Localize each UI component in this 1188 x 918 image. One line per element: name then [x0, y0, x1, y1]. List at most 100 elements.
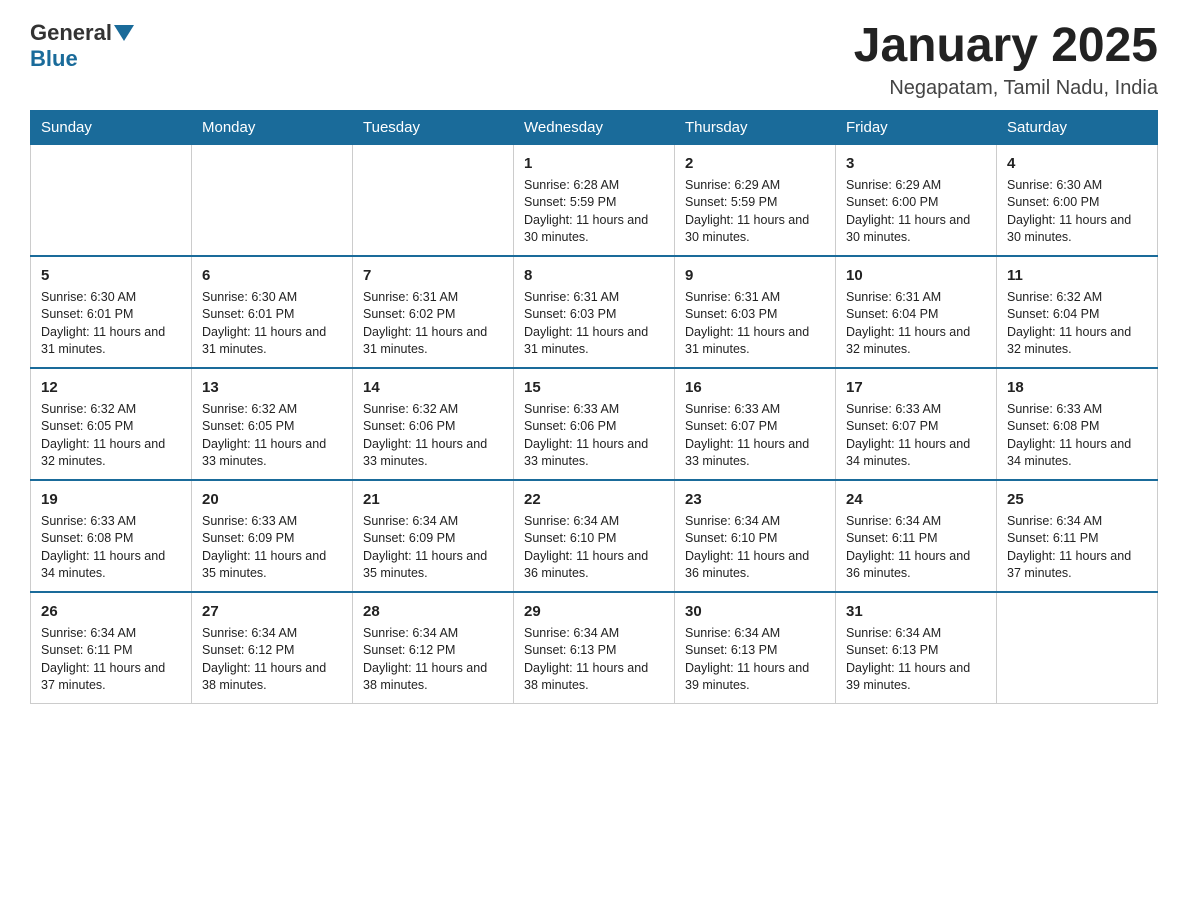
day-number: 27 — [202, 601, 342, 622]
day-number: 1 — [524, 153, 664, 174]
calendar-cell: 15Sunrise: 6:33 AMSunset: 6:06 PMDayligh… — [514, 368, 675, 480]
day-number: 15 — [524, 377, 664, 398]
day-number: 7 — [363, 265, 503, 286]
page-header: General Blue January 2025 Negapatam, Tam… — [30, 20, 1158, 100]
day-info: Sunrise: 6:34 AMSunset: 6:10 PMDaylight:… — [685, 514, 809, 581]
day-number: 3 — [846, 153, 986, 174]
day-info: Sunrise: 6:32 AMSunset: 6:06 PMDaylight:… — [363, 402, 487, 469]
calendar-cell: 31 Sunrise: 6:34 AMSunset: 6:13 PMDayligh… — [836, 592, 997, 704]
calendar-cell: 14Sunrise: 6:32 AMSunset: 6:06 PMDayligh… — [353, 368, 514, 480]
calendar-cell: 28 Sunrise: 6:34 AMSunset: 6:12 PMDayligh… — [353, 592, 514, 704]
calendar-cell: 12 Sunrise: 6:32 AMSunset: 6:05 PMDayligh… — [31, 368, 192, 480]
calendar-table: SundayMondayTuesdayWednesdayThursdayFrid… — [30, 110, 1158, 704]
calendar-cell: 22 Sunrise: 6:34 AMSunset: 6:10 PMDayligh… — [514, 480, 675, 592]
day-info: Sunrise: 6:33 AMSunset: 6:07 PMDaylight:… — [685, 402, 809, 469]
day-info: Sunrise: 6:34 AMSunset: 6:13 PMDaylight:… — [524, 626, 648, 693]
day-info: Sunrise: 6:31 AMSunset: 6:03 PMDaylight:… — [685, 290, 809, 357]
calendar-cell: 1 Sunrise: 6:28 AMSunset: 5:59 PMDaylight… — [514, 144, 675, 256]
day-info: Sunrise: 6:30 AMSunset: 6:01 PMDaylight:… — [41, 290, 165, 357]
calendar-week-row: 5 Sunrise: 6:30 AMSunset: 6:01 PMDaylight… — [31, 256, 1158, 368]
header-monday: Monday — [192, 110, 353, 144]
day-info: Sunrise: 6:34 AMSunset: 6:11 PMDaylight:… — [1007, 514, 1131, 581]
day-info: Sunrise: 6:30 AMSunset: 6:00 PMDaylight:… — [1007, 178, 1131, 245]
day-info: Sunrise: 6:34 AMSunset: 6:11 PMDaylight:… — [41, 626, 165, 693]
calendar-cell: 2 Sunrise: 6:29 AMSunset: 5:59 PMDaylight… — [675, 144, 836, 256]
logo-triangle-icon — [114, 25, 134, 41]
day-number: 4 — [1007, 153, 1147, 174]
header-wednesday: Wednesday — [514, 110, 675, 144]
day-info: Sunrise: 6:32 AMSunset: 6:04 PMDaylight:… — [1007, 290, 1131, 357]
day-info: Sunrise: 6:31 AMSunset: 6:04 PMDaylight:… — [846, 290, 970, 357]
day-number: 5 — [41, 265, 181, 286]
day-number: 23 — [685, 489, 825, 510]
calendar-cell: 21Sunrise: 6:34 AMSunset: 6:09 PMDayligh… — [353, 480, 514, 592]
calendar-subtitle: Negapatam, Tamil Nadu, India — [854, 77, 1158, 100]
header-tuesday: Tuesday — [353, 110, 514, 144]
calendar-cell: 16 Sunrise: 6:33 AMSunset: 6:07 PMDayligh… — [675, 368, 836, 480]
day-number: 16 — [685, 377, 825, 398]
day-number: 22 — [524, 489, 664, 510]
calendar-cell — [997, 592, 1158, 704]
calendar-cell: 13 Sunrise: 6:32 AMSunset: 6:05 PMDayligh… — [192, 368, 353, 480]
day-info: Sunrise: 6:31 AMSunset: 6:03 PMDaylight:… — [524, 290, 648, 357]
day-info: Sunrise: 6:34 AMSunset: 6:09 PMDaylight:… — [363, 514, 487, 581]
day-info: Sunrise: 6:28 AMSunset: 5:59 PMDaylight:… — [524, 178, 648, 245]
day-number: 25 — [1007, 489, 1147, 510]
day-number: 28 — [363, 601, 503, 622]
calendar-cell: 18 Sunrise: 6:33 AMSunset: 6:08 PMDayligh… — [997, 368, 1158, 480]
day-number: 9 — [685, 265, 825, 286]
header-thursday: Thursday — [675, 110, 836, 144]
calendar-cell — [31, 144, 192, 256]
day-info: Sunrise: 6:33 AMSunset: 6:08 PMDaylight:… — [41, 514, 165, 581]
day-number: 31 — [846, 601, 986, 622]
day-info: Sunrise: 6:34 AMSunset: 6:13 PMDaylight:… — [846, 626, 970, 693]
day-info: Sunrise: 6:29 AMSunset: 5:59 PMDaylight:… — [685, 178, 809, 245]
header-sunday: Sunday — [31, 110, 192, 144]
header-saturday: Saturday — [997, 110, 1158, 144]
calendar-cell: 7 Sunrise: 6:31 AMSunset: 6:02 PMDaylight… — [353, 256, 514, 368]
calendar-cell: 6 Sunrise: 6:30 AMSunset: 6:01 PMDaylight… — [192, 256, 353, 368]
calendar-week-row: 1 Sunrise: 6:28 AMSunset: 5:59 PMDaylight… — [31, 144, 1158, 256]
day-info: Sunrise: 6:32 AMSunset: 6:05 PMDaylight:… — [41, 402, 165, 469]
day-info: Sunrise: 6:34 AMSunset: 6:12 PMDaylight:… — [202, 626, 326, 693]
calendar-cell: 11 Sunrise: 6:32 AMSunset: 6:04 PMDayligh… — [997, 256, 1158, 368]
day-info: Sunrise: 6:29 AMSunset: 6:00 PMDaylight:… — [846, 178, 970, 245]
calendar-cell: 4 Sunrise: 6:30 AMSunset: 6:00 PMDaylight… — [997, 144, 1158, 256]
calendar-cell: 30 Sunrise: 6:34 AMSunset: 6:13 PMDayligh… — [675, 592, 836, 704]
day-info: Sunrise: 6:34 AMSunset: 6:10 PMDaylight:… — [524, 514, 648, 581]
calendar-week-row: 19 Sunrise: 6:33 AMSunset: 6:08 PMDayligh… — [31, 480, 1158, 592]
day-number: 26 — [41, 601, 181, 622]
day-number: 30 — [685, 601, 825, 622]
logo-blue-text: Blue — [30, 46, 78, 72]
day-number: 8 — [524, 265, 664, 286]
day-number: 20 — [202, 489, 342, 510]
day-number: 6 — [202, 265, 342, 286]
day-info: Sunrise: 6:30 AMSunset: 6:01 PMDaylight:… — [202, 290, 326, 357]
day-info: Sunrise: 6:33 AMSunset: 6:08 PMDaylight:… — [1007, 402, 1131, 469]
day-info: Sunrise: 6:34 AMSunset: 6:13 PMDaylight:… — [685, 626, 809, 693]
calendar-week-row: 26 Sunrise: 6:34 AMSunset: 6:11 PMDayligh… — [31, 592, 1158, 704]
day-number: 18 — [1007, 377, 1147, 398]
calendar-week-row: 12 Sunrise: 6:32 AMSunset: 6:05 PMDayligh… — [31, 368, 1158, 480]
logo-general-text: General — [30, 20, 112, 46]
calendar-cell — [192, 144, 353, 256]
day-info: Sunrise: 6:31 AMSunset: 6:02 PMDaylight:… — [363, 290, 487, 357]
calendar-cell: 27 Sunrise: 6:34 AMSunset: 6:12 PMDayligh… — [192, 592, 353, 704]
day-number: 13 — [202, 377, 342, 398]
calendar-cell: 29 Sunrise: 6:34 AMSunset: 6:13 PMDayligh… — [514, 592, 675, 704]
day-info: Sunrise: 6:34 AMSunset: 6:11 PMDaylight:… — [846, 514, 970, 581]
day-number: 10 — [846, 265, 986, 286]
calendar-cell: 9 Sunrise: 6:31 AMSunset: 6:03 PMDaylight… — [675, 256, 836, 368]
calendar-cell: 25 Sunrise: 6:34 AMSunset: 6:11 PMDayligh… — [997, 480, 1158, 592]
day-number: 2 — [685, 153, 825, 174]
calendar-cell: 10 Sunrise: 6:31 AMSunset: 6:04 PMDayligh… — [836, 256, 997, 368]
day-number: 11 — [1007, 265, 1147, 286]
day-info: Sunrise: 6:32 AMSunset: 6:05 PMDaylight:… — [202, 402, 326, 469]
day-number: 29 — [524, 601, 664, 622]
day-number: 19 — [41, 489, 181, 510]
calendar-cell — [353, 144, 514, 256]
day-number: 12 — [41, 377, 181, 398]
calendar-cell: 3 Sunrise: 6:29 AMSunset: 6:00 PMDaylight… — [836, 144, 997, 256]
calendar-cell: 17Sunrise: 6:33 AMSunset: 6:07 PMDayligh… — [836, 368, 997, 480]
day-info: Sunrise: 6:34 AMSunset: 6:12 PMDaylight:… — [363, 626, 487, 693]
